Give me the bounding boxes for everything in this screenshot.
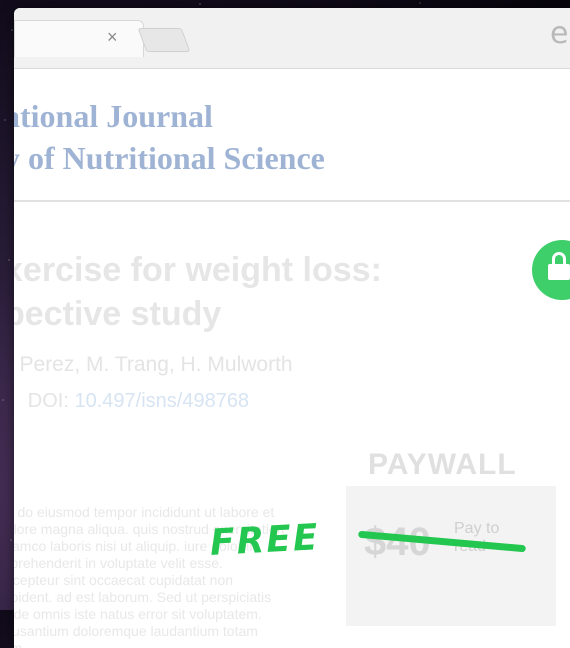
article-title: xercise for weight loss: pective study <box>14 248 382 336</box>
article-title-line2: pective study <box>14 295 222 333</box>
article-doi: 7 DOI: 10.497/isns/498768 <box>14 390 249 413</box>
article-authors: I, Perez, M. Trang, H. Mulworth <box>14 353 293 376</box>
free-label: FREE <box>209 517 321 564</box>
browser-logo-icon: e <box>550 16 569 51</box>
browser-tab[interactable]: × <box>14 20 144 57</box>
doi-label: DOI: <box>27 390 75 412</box>
new-tab-button[interactable] <box>137 28 191 52</box>
paywall-label: PAYWALL <box>368 448 517 481</box>
article-title-line1: xercise for weight loss: <box>14 251 382 289</box>
close-tab-icon[interactable]: × <box>107 27 118 48</box>
unlocked-padlock-icon <box>532 240 570 300</box>
doi-link[interactable]: 10.497/isns/498768 <box>74 390 249 412</box>
paywall-box[interactable]: $40 Pay to read <box>346 486 556 626</box>
journal-name-line1: ational Journal <box>14 98 213 134</box>
journal-name-line2: y of Nutritional Science <box>14 140 325 176</box>
tab-bar: × e <box>14 8 570 69</box>
browser-window: × e ational Journal y of Nutritional Sci… <box>14 8 570 648</box>
journal-header: ational Journal y of Nutritional Science <box>14 68 570 202</box>
